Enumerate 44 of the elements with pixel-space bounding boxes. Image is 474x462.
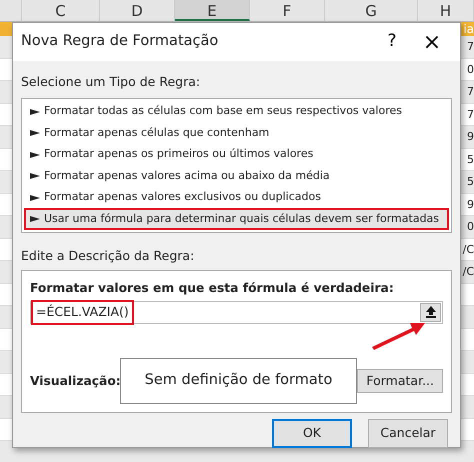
cell-text: 5	[467, 152, 474, 168]
upload-arrow-icon	[426, 306, 436, 318]
cell-text: 7	[467, 39, 474, 55]
cell-text: 0	[467, 62, 474, 78]
pointer-icon	[30, 194, 40, 200]
dialog-button[interactable]: Cancelar	[368, 418, 448, 448]
rule-type-item[interactable]: Formatar todas as células com base em seus respectivos valores	[24, 100, 449, 122]
column-header[interactable]: F	[250, 0, 325, 21]
cell-text: 9	[467, 196, 474, 212]
collapse-button[interactable]	[420, 302, 441, 322]
preview-box: Sem definição de formato	[120, 358, 357, 404]
pointer-icon	[30, 173, 40, 179]
dialog-button[interactable]: OK	[272, 418, 352, 448]
cell-text: 0	[467, 219, 474, 235]
section-label: Selecione um Tipo de Regra:	[21, 73, 202, 91]
format-button[interactable]: Formatar...	[357, 368, 443, 394]
column-header[interactable]: C	[22, 0, 100, 21]
rule-type-item[interactable]: Usar uma fórmula para determinar quais células devem ser formatadas	[24, 208, 449, 230]
pointer-icon	[30, 152, 40, 158]
help-button[interactable]: ?	[372, 29, 412, 55]
cell-text: /C	[462, 242, 474, 258]
formula-field[interactable]: =ÉCEL.VAZIA()	[30, 300, 443, 324]
column-header[interactable]: G	[325, 0, 418, 21]
rule-type-item[interactable]: Formatar apenas valores acima ou abaixo da média	[24, 165, 449, 187]
cell-text: 9	[467, 129, 474, 145]
cell-text: 7	[467, 84, 474, 100]
close-button[interactable]: ×	[412, 26, 452, 58]
rule-type-item[interactable]: Formatar apenas células que contenham	[24, 122, 449, 144]
pointer-icon	[30, 108, 40, 114]
formula-text: =ÉCEL.VAZIA()	[31, 300, 134, 325]
preview-label: Visualização:	[30, 372, 120, 390]
field-label: Formatar valores em que esta fórmula é verdadeira:	[30, 280, 395, 296]
cell-text: /C	[462, 264, 474, 280]
window-title: Nova Regra de Formatação	[21, 32, 220, 52]
rule-type-item[interactable]: Formatar apenas valores exclusivos ou duplicados	[24, 186, 449, 208]
cell-text: 7	[467, 106, 474, 122]
pointer-icon	[30, 130, 40, 136]
cell-text: ia	[463, 22, 474, 36]
section-label: Edite a Descrição da Regra:	[21, 246, 196, 265]
cell-text: 5	[467, 174, 474, 190]
pointer-icon	[30, 216, 40, 222]
column-header[interactable]: H	[418, 0, 474, 21]
column-header[interactable]: E	[175, 0, 250, 21]
rule-type-item[interactable]: Formatar apenas os primeiros ou últimos valores	[24, 144, 449, 166]
